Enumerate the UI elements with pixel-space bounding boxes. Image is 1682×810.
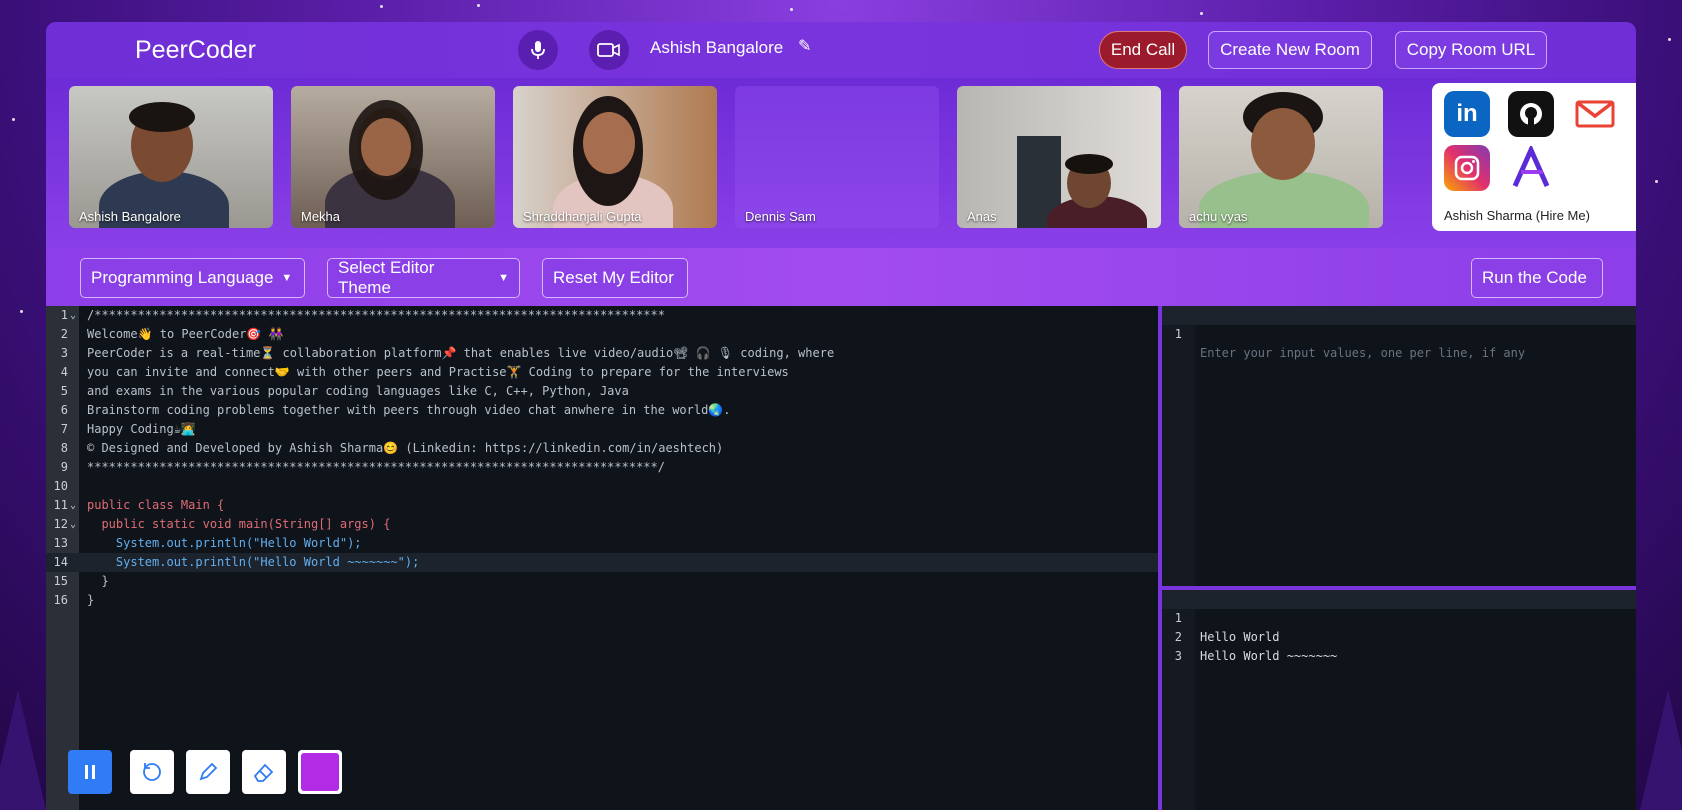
code-line: 15 } bbox=[53, 574, 109, 588]
panel-resizer-horizontal[interactable] bbox=[1162, 586, 1636, 590]
pause-button[interactable] bbox=[68, 750, 112, 794]
undo-icon bbox=[143, 763, 161, 781]
linkedin-icon[interactable]: in bbox=[1444, 91, 1490, 137]
header: PeerCoder Ashish Bangalore ✎ End Call Cr… bbox=[46, 22, 1636, 78]
participant-tile[interactable]: Dennis Sam bbox=[735, 86, 939, 228]
participant-name: Anas bbox=[967, 209, 997, 224]
video-strip: Ashish Bangalore Mekha Shraddhanjali Gup… bbox=[46, 78, 1636, 248]
editor-toolbar: Programming Language ▼ Select Editor The… bbox=[46, 248, 1636, 306]
reset-editor-button[interactable]: Reset My Editor bbox=[542, 258, 688, 298]
participant-name: Mekha bbox=[301, 209, 341, 224]
pencil-button[interactable] bbox=[186, 750, 230, 794]
pause-icon bbox=[85, 765, 95, 779]
participant-tile[interactable]: Mekha bbox=[291, 86, 495, 228]
code-line: 6 Brainstorm coding problems together wit… bbox=[60, 403, 731, 417]
participant-tile[interactable]: Anas bbox=[957, 86, 1161, 228]
participant-name: Shraddhanjali Gupta bbox=[523, 209, 642, 224]
participant-name: Dennis Sam bbox=[745, 209, 816, 224]
microphone-icon bbox=[531, 41, 545, 59]
code-line: 10 bbox=[53, 479, 68, 493]
current-user-name: Ashish Bangalore bbox=[650, 38, 784, 57]
app-logo[interactable]: PeerCoder bbox=[135, 36, 256, 65]
gmail-icon[interactable] bbox=[1572, 91, 1618, 137]
eraser-button[interactable] bbox=[242, 750, 286, 794]
copy-room-url-button[interactable]: Copy Room URL bbox=[1395, 31, 1547, 69]
code-line-active: 14 System.out.println("Hello World ~~~~~… bbox=[46, 553, 1158, 572]
eraser-icon bbox=[253, 763, 274, 782]
io-panel: 1 Enter your input values, one per line,… bbox=[1162, 306, 1636, 810]
participant-tile[interactable]: achu vyas bbox=[1179, 86, 1383, 228]
language-select-label: Programming Language bbox=[91, 268, 274, 287]
color-picker-button[interactable] bbox=[298, 750, 342, 794]
color-swatch bbox=[301, 753, 339, 791]
output-line: 1 Hello World bbox=[1162, 590, 1636, 644]
code-line: 8 © Designed and Developed by Ashish Shar… bbox=[60, 441, 724, 455]
social-links-card: in Ashish Sharma (Hire Me) bbox=[1432, 83, 1636, 231]
output-line: 2 Hello World ~~~~~~~ bbox=[1174, 630, 1338, 663]
social-caption: Ashish Sharma (Hire Me) bbox=[1444, 208, 1590, 223]
code-editor[interactable]: 1 ⌄/*************************************… bbox=[46, 306, 1158, 810]
end-call-button[interactable]: End Call bbox=[1099, 31, 1187, 69]
theme-select[interactable]: Select Editor Theme ▼ bbox=[327, 258, 520, 298]
github-icon[interactable] bbox=[1508, 91, 1554, 137]
participant-name: Ashish Bangalore bbox=[79, 209, 181, 224]
video-camera-icon bbox=[597, 43, 620, 57]
input-editor[interactable]: 1 Enter your input values, one per line,… bbox=[1162, 306, 1636, 360]
code-line: 4 you can invite and connect🤝 with other … bbox=[60, 365, 789, 379]
code-line: 7 Happy Coding☕👩‍💻 bbox=[60, 422, 196, 436]
code-line: 16} bbox=[53, 593, 95, 607]
run-code-button[interactable]: Run the Code bbox=[1471, 258, 1603, 298]
participant-name: achu vyas bbox=[1189, 209, 1248, 224]
code-line: 5 and exams in the various popular coding… bbox=[60, 384, 629, 398]
language-select[interactable]: Programming Language ▼ bbox=[80, 258, 305, 298]
code-line: 11 ⌄ public class Main { bbox=[53, 498, 225, 512]
code-line: 13 System.out.println("Hello World"); bbox=[53, 536, 362, 550]
code-line: 9 ***************************************… bbox=[60, 460, 665, 474]
create-room-button[interactable]: Create New Room bbox=[1208, 31, 1372, 69]
microphone-button[interactable] bbox=[518, 30, 558, 70]
app-window: PeerCoder Ashish Bangalore ✎ End Call Cr… bbox=[46, 22, 1636, 810]
chevron-down-icon: ▼ bbox=[281, 272, 293, 284]
code-line: 3 PeerCoder is a real-time⏳ collaboration… bbox=[60, 346, 835, 360]
code-line: 2 Welcome👋 to PeerCoder🎯 👭 bbox=[60, 327, 284, 341]
video-camera-button[interactable] bbox=[589, 30, 629, 70]
code-line: 1 ⌄/*************************************… bbox=[60, 308, 665, 322]
participant-tile[interactable]: Shraddhanjali Gupta bbox=[513, 86, 717, 228]
chevron-down-icon: ▼ bbox=[498, 272, 509, 284]
input-placeholder: Enter your input values, one per line, i… bbox=[1200, 346, 1526, 360]
pencil-icon bbox=[199, 762, 218, 781]
participant-tile[interactable]: Ashish Bangalore bbox=[69, 86, 273, 228]
instagram-icon[interactable] bbox=[1444, 145, 1490, 191]
code-line: 12 ⌄ public static void main(String[] arg… bbox=[53, 517, 391, 531]
portfolio-icon[interactable] bbox=[1508, 145, 1554, 191]
output-line: 3 bbox=[1174, 649, 1182, 663]
undo-button[interactable] bbox=[130, 750, 174, 794]
edit-pencil-icon[interactable]: ✎ bbox=[798, 36, 811, 56]
theme-select-label: Select Editor Theme bbox=[338, 258, 435, 297]
